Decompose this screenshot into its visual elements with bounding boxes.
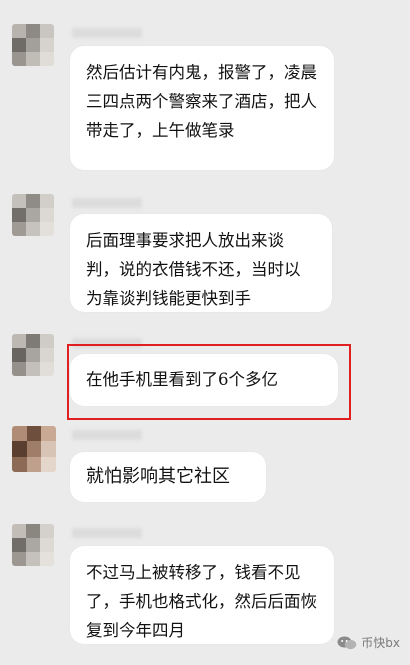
watermark-label: 币快bx	[361, 636, 400, 650]
avatar[interactable]	[12, 334, 54, 376]
message-bubble[interactable]: 然后估计有内鬼，报警了，凌晨三四点两个警察来了酒店，把人带走了，上午做笔录	[70, 46, 334, 170]
wechat-icon	[337, 636, 357, 650]
message-bubble[interactable]: 不过马上被转移了，钱看不见了，手机也格式化，然后后面恢复到今年四月	[70, 546, 334, 644]
watermark: 币快bx	[337, 634, 400, 651]
message-bubble[interactable]: 就怕影响其它社区	[70, 452, 266, 502]
message-bubble[interactable]: 后面理事要求把人放出来谈判，说的衣借钱不还，当时以为靠谈判钱能更快到手	[70, 214, 332, 312]
sender-name-blurred	[72, 430, 142, 440]
avatar[interactable]	[12, 426, 56, 472]
sender-name-blurred	[72, 28, 142, 38]
avatar[interactable]	[12, 524, 54, 566]
avatar[interactable]	[12, 194, 54, 236]
sender-name-blurred	[72, 198, 142, 208]
avatar[interactable]	[12, 24, 54, 66]
red-highlight-box	[67, 344, 351, 420]
sender-name-blurred	[72, 528, 142, 538]
